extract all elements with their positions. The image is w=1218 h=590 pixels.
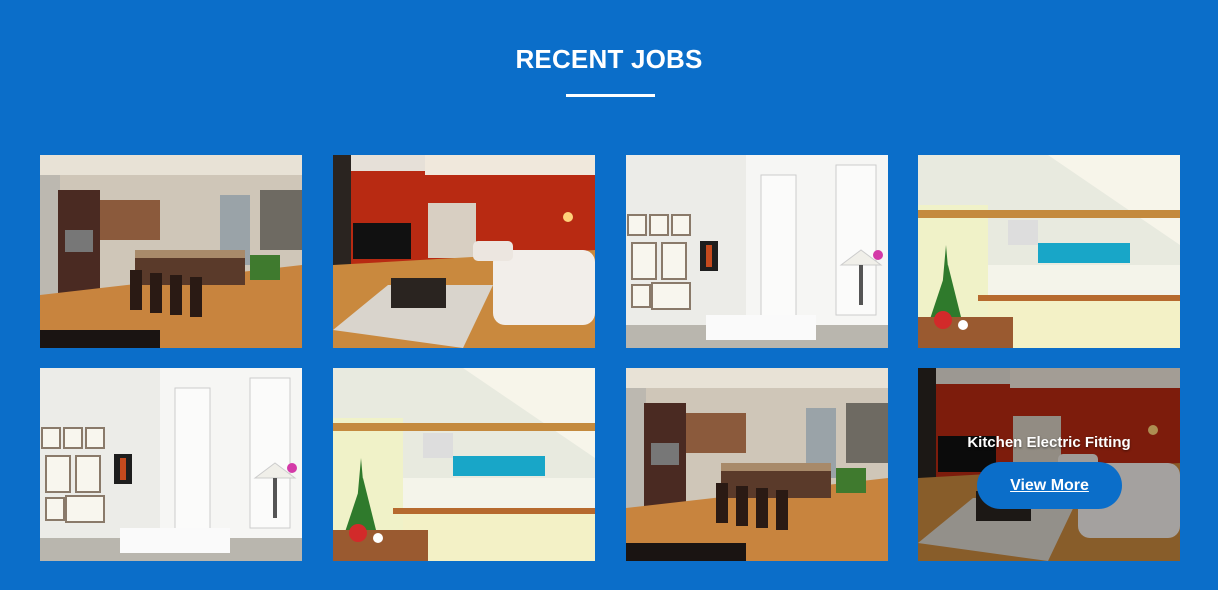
white-room-photo: [40, 368, 302, 561]
jobs-gallery: Kitchen Electric Fitting View More: [40, 155, 1180, 562]
kitchen-photo: [333, 368, 595, 561]
kitchen-photo: [626, 368, 888, 561]
title-underline: [566, 94, 655, 97]
job-thumbnail[interactable]: [918, 155, 1180, 348]
kitchen-photo: [40, 155, 302, 348]
living-room-photo: [333, 155, 595, 348]
job-thumbnail[interactable]: [626, 155, 888, 348]
job-thumbnail[interactable]: [40, 155, 302, 348]
white-room-photo: [626, 155, 888, 348]
section-title: RECENT JOBS: [515, 44, 703, 74]
job-thumbnail[interactable]: [333, 368, 595, 561]
job-title: Kitchen Electric Fitting: [967, 434, 1131, 451]
job-thumbnail[interactable]: [333, 155, 595, 348]
job-thumbnail[interactable]: [626, 368, 888, 561]
kitchen-photo: [918, 155, 1180, 348]
job-thumbnail[interactable]: [40, 368, 302, 561]
view-more-button[interactable]: View More: [977, 462, 1122, 509]
job-thumbnail-hovered[interactable]: Kitchen Electric Fitting View More: [918, 368, 1180, 561]
